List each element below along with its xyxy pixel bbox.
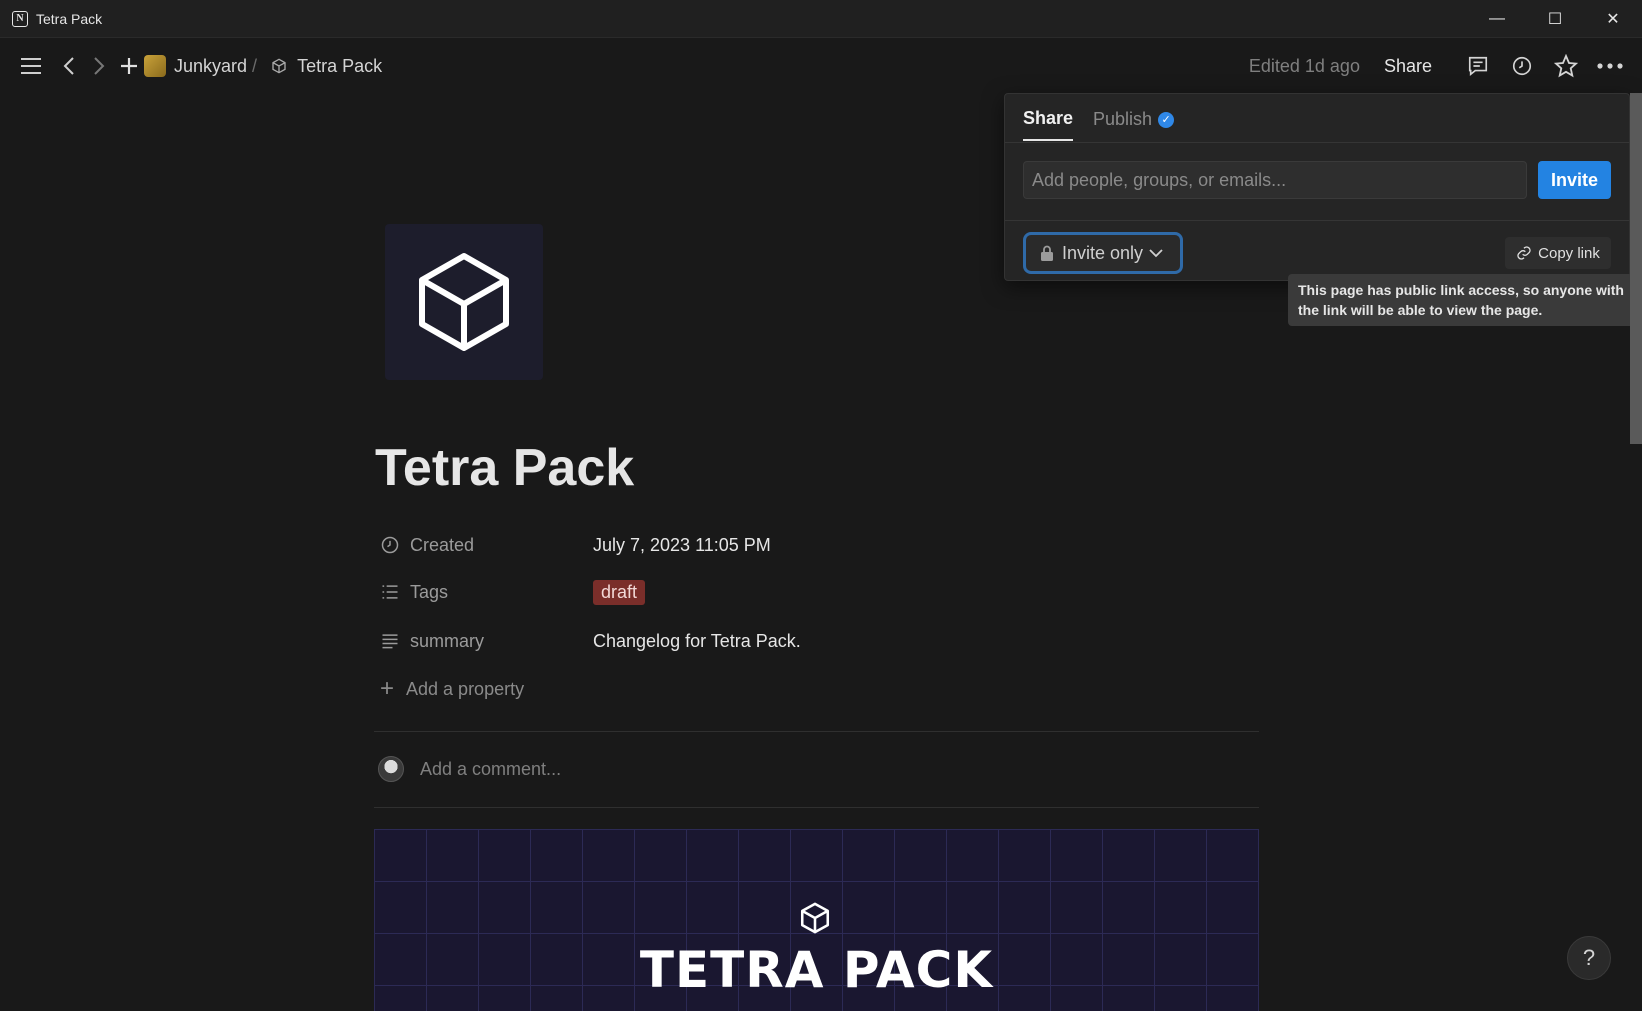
- maximize-button[interactable]: ☐: [1526, 0, 1584, 38]
- clock-icon: [381, 536, 399, 554]
- tooltip: This page has public link access, so any…: [1288, 274, 1636, 326]
- window-titlebar: N Tetra Pack — ☐ ✕: [0, 0, 1642, 38]
- scrollbar[interactable]: [1630, 93, 1642, 444]
- cube-icon: [800, 902, 830, 934]
- share-popover: Share Publish ✓ Add people, groups, or em…: [1004, 93, 1631, 281]
- breadcrumb-separator: /: [252, 55, 258, 76]
- comment-placeholder: Add a comment...: [420, 758, 562, 779]
- divider: [374, 731, 1259, 732]
- banner-title: TETRA PACK: [639, 941, 994, 999]
- tab-publish-label: Publish: [1093, 109, 1153, 129]
- notion-app-icon: N: [12, 10, 28, 27]
- window-title: Tetra Pack: [36, 10, 103, 27]
- divider: [1005, 142, 1631, 143]
- tag-draft[interactable]: draft: [593, 579, 646, 605]
- close-icon: ✕: [1606, 11, 1620, 28]
- popover-tabs: Share Publish ✓: [1023, 108, 1194, 141]
- plus-icon: [121, 58, 137, 74]
- breadcrumb-page[interactable]: Tetra Pack: [297, 56, 382, 77]
- property-tags: Tags draft: [380, 577, 646, 607]
- divider: [1005, 220, 1631, 221]
- property-created: Created July 7, 2023 11:05 PM: [380, 530, 771, 560]
- breadcrumb-workspace[interactable]: Junkyard: [174, 56, 247, 77]
- workspace-icon: [144, 55, 166, 77]
- new-page-button[interactable]: [114, 51, 144, 81]
- hamburger-icon: [21, 58, 41, 74]
- comments-button[interactable]: [1460, 48, 1496, 84]
- close-button[interactable]: ✕: [1584, 0, 1642, 38]
- cube-icon: [419, 253, 509, 351]
- property-summary: summary Changelog for Tetra Pack.: [380, 626, 801, 656]
- divider: [374, 807, 1259, 808]
- property-value[interactable]: Changelog for Tetra Pack.: [593, 631, 801, 652]
- avatar: [378, 756, 404, 782]
- comment-icon: [1468, 56, 1488, 76]
- property-label[interactable]: summary: [380, 631, 593, 652]
- favorite-button[interactable]: [1548, 48, 1584, 84]
- cube-icon: [272, 58, 286, 74]
- checkmark-badge-icon: ✓: [1158, 112, 1175, 129]
- clock-icon: [1512, 56, 1532, 76]
- chevron-down-icon: [1149, 249, 1163, 258]
- copy-link-button[interactable]: Copy link: [1505, 237, 1611, 269]
- property-value: July 7, 2023 11:05 PM: [593, 534, 771, 555]
- minimize-icon: —: [1489, 10, 1505, 27]
- access-level-label: Invite only: [1062, 242, 1144, 263]
- star-icon: [1554, 54, 1578, 78]
- text-lines-icon: [382, 634, 398, 649]
- property-label-text: summary: [410, 630, 485, 651]
- invite-people-input[interactable]: Add people, groups, or emails...: [1023, 161, 1527, 199]
- share-button[interactable]: Share: [1384, 56, 1432, 77]
- cover-image-banner: TETRA PACK: [374, 829, 1259, 1011]
- lock-icon: [1041, 245, 1053, 261]
- link-icon: [1517, 246, 1531, 260]
- access-level-dropdown[interactable]: Invite only: [1023, 232, 1183, 274]
- plus-icon: +: [380, 675, 395, 702]
- ellipsis-icon: [1597, 63, 1623, 69]
- forward-button[interactable]: [84, 51, 114, 81]
- edited-timestamp: Edited 1d ago: [1248, 55, 1360, 76]
- property-label-text: Created: [410, 534, 475, 555]
- chevron-right-icon: [94, 57, 105, 75]
- comment-input[interactable]: Add a comment...: [378, 756, 561, 782]
- updates-button[interactable]: [1504, 48, 1540, 84]
- help-button[interactable]: ?: [1567, 936, 1611, 980]
- property-label[interactable]: Created: [380, 535, 593, 556]
- back-button[interactable]: [54, 51, 84, 81]
- page-icon[interactable]: [385, 224, 543, 380]
- property-label-text: Tags: [410, 581, 449, 602]
- topbar-actions: Edited 1d ago Share: [1249, 38, 1628, 94]
- chevron-left-icon: [63, 57, 74, 75]
- property-label[interactable]: Tags: [380, 582, 593, 603]
- minimize-button[interactable]: —: [1468, 0, 1526, 38]
- page-title[interactable]: Tetra Pack: [375, 438, 634, 498]
- breadcrumb: Junkyard / Tetra Pack: [144, 55, 382, 77]
- add-property-label: Add a property: [406, 678, 525, 699]
- invite-button[interactable]: Invite: [1538, 161, 1611, 199]
- sidebar-toggle-button[interactable]: [16, 51, 46, 81]
- page-topbar: Junkyard / Tetra Pack Edited 1d ago Shar…: [0, 38, 1642, 94]
- list-icon: [382, 585, 398, 599]
- tab-share[interactable]: Share: [1023, 108, 1074, 141]
- add-property-button[interactable]: + Add a property: [380, 675, 524, 703]
- window-controls: — ☐ ✕: [1468, 0, 1642, 38]
- maximize-icon: ☐: [1547, 11, 1563, 28]
- copy-link-label: Copy link: [1538, 244, 1600, 262]
- tab-publish[interactable]: Publish ✓: [1093, 109, 1175, 140]
- more-options-button[interactable]: [1592, 48, 1628, 84]
